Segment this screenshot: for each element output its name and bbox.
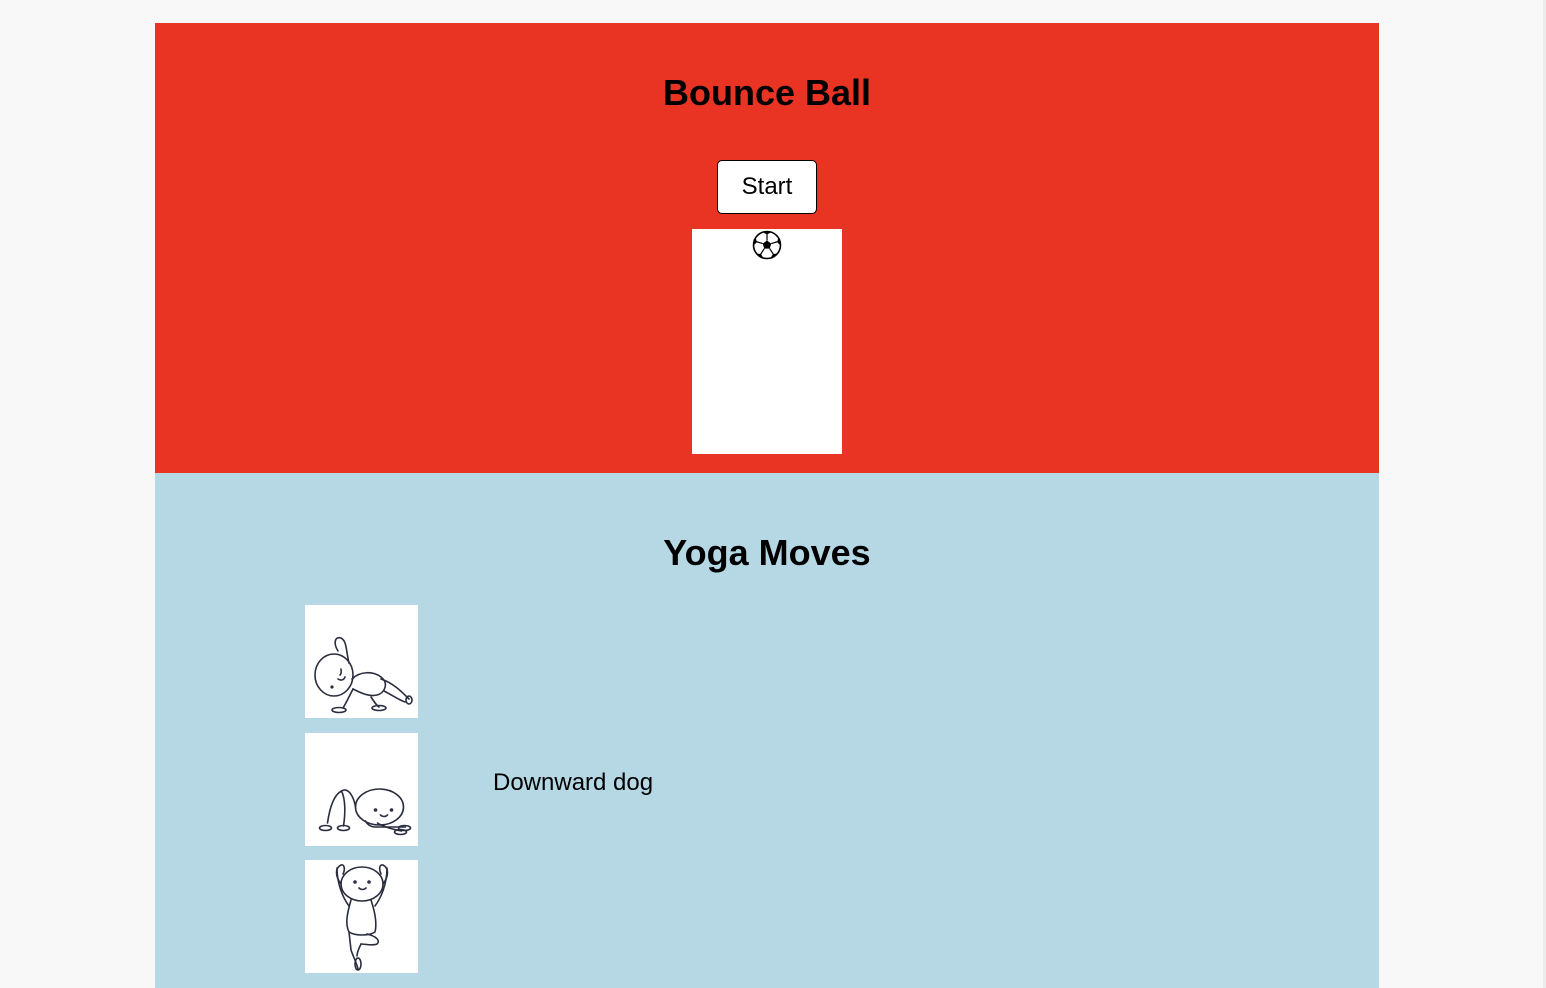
soccer-ball-icon [752, 230, 782, 260]
pose-card-downward-dog[interactable] [305, 733, 418, 846]
yoga-moves-section: Yoga Moves Downward dog [155, 473, 1379, 988]
pose-card-side-plank[interactable] [305, 605, 418, 718]
pose-label-downward-dog: Downward dog [493, 769, 654, 796]
bounce-ball-section: Bounce Ball Start [155, 23, 1379, 473]
pose-card-tree[interactable] [305, 860, 418, 973]
ball-area [692, 229, 842, 454]
tree-pose-icon [335, 864, 389, 971]
yoga-moves-title: Yoga Moves [663, 532, 871, 573]
bounce-ball-title: Bounce Ball [662, 72, 872, 113]
start-button[interactable]: Start [717, 160, 817, 214]
side-plank-pose-icon [314, 636, 413, 714]
downward-dog-pose-icon [318, 788, 412, 836]
page: Bounce Ball Start Yoga Moves Downward do… [155, 23, 1379, 988]
